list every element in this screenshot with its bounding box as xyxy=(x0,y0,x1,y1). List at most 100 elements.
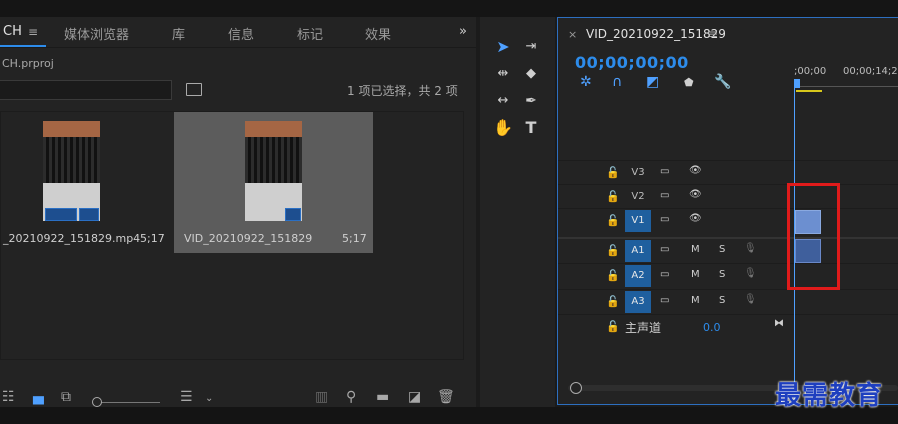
sync-lock-icon[interactable]: ▭ xyxy=(660,214,669,225)
settings-wrench-icon[interactable]: 🔧 xyxy=(714,74,731,90)
mic-icon[interactable]: 🎙 xyxy=(744,268,757,279)
track-v3: 🔓 V3 ▭ 👁 xyxy=(558,160,898,185)
new-search-bin-icon[interactable] xyxy=(186,83,202,96)
track-label-a2[interactable]: A2 xyxy=(625,265,651,287)
sequence-thumbnail[interactable] xyxy=(245,121,302,221)
sync-lock-icon[interactable]: ▭ xyxy=(660,269,669,280)
tab-info[interactable]: 信息 xyxy=(228,24,254,43)
sequence-duration: 5;17 xyxy=(342,232,367,245)
tab-project[interactable]: CH xyxy=(3,24,22,39)
trash-icon[interactable]: 🗑 xyxy=(437,389,455,405)
track-a3: 🔓 A3 ▭ M S 🎙 xyxy=(558,289,898,314)
ruler-time-mark: 00;00;14;29 xyxy=(843,66,898,77)
track-label-a3[interactable]: A3 xyxy=(625,291,651,313)
icon-view-icon[interactable]: ▄ xyxy=(33,389,44,405)
sync-lock-icon[interactable]: ▭ xyxy=(660,166,669,177)
solo-button[interactable]: S xyxy=(719,295,725,306)
track-master: 🔓 主声道 0.0 ⧓ xyxy=(558,314,898,339)
lock-icon[interactable]: 🔓 xyxy=(606,295,620,308)
ripple-edit-tool-icon[interactable]: ⇹ xyxy=(492,63,514,85)
lock-icon[interactable]: 🔓 xyxy=(606,269,620,282)
timeline-menu-icon[interactable]: ≡ xyxy=(708,27,718,41)
type-tool-icon[interactable]: T xyxy=(520,117,542,139)
status-bar xyxy=(0,407,898,424)
lock-icon[interactable]: 🔓 xyxy=(606,244,620,257)
sort-icon[interactable]: ☰ xyxy=(180,389,193,405)
playhead-timecode[interactable]: 00;00;00;00 xyxy=(575,53,689,72)
lock-icon[interactable]: 🔓 xyxy=(606,214,620,227)
tab-markers[interactable]: 标记 xyxy=(297,24,323,43)
audio-badge-icon xyxy=(79,208,99,221)
track-label-v2[interactable]: V2 xyxy=(625,186,651,208)
pen-tool-icon[interactable]: ✒ xyxy=(520,90,542,112)
watermark: 最需教育 xyxy=(775,381,884,411)
project-file-name: CH.prproj xyxy=(2,57,54,70)
mute-button[interactable]: M xyxy=(691,269,700,280)
tools-panel: ➤ ⇥ ⇹ ◆ ↔ ✒ ✋ T xyxy=(480,17,555,407)
lock-icon[interactable]: 🔓 xyxy=(606,320,620,333)
sequence-badge-icon xyxy=(285,208,301,221)
track-label-v3[interactable]: V3 xyxy=(625,162,651,184)
mic-icon[interactable]: 🎙 xyxy=(744,243,757,254)
track-a1: 🔓 A1 ▭ M S 🎙 xyxy=(558,237,898,263)
zoom-slider[interactable] xyxy=(100,402,160,403)
sync-lock-icon[interactable]: ▭ xyxy=(660,244,669,255)
tab-media-browser[interactable]: 媒体浏览器 xyxy=(64,24,129,43)
project-panel: CH ≡ 媒体浏览器 库 信息 标记 效果 » CH.prproj 1 项已选择… xyxy=(0,17,476,407)
list-view-icon[interactable]: ☷ xyxy=(2,389,15,405)
eye-icon[interactable]: 👁 xyxy=(689,165,702,176)
tab-effects[interactable]: 效果 xyxy=(365,24,391,43)
search-input[interactable] xyxy=(0,80,172,100)
master-track-label: 主声道 xyxy=(625,321,662,335)
lock-icon[interactable]: 🔓 xyxy=(606,166,620,179)
track-v2: 🔓 V2 ▭ 👁 xyxy=(558,184,898,209)
clip-name[interactable]: _20210922_151829.mp4 xyxy=(3,232,140,245)
close-icon[interactable]: × xyxy=(568,28,577,41)
video-audio-badge-icon xyxy=(45,208,77,221)
linked-selection-icon[interactable]: ◩ xyxy=(646,74,659,90)
sync-lock-icon[interactable]: ▭ xyxy=(660,295,669,306)
track-label-v1[interactable]: V1 xyxy=(625,210,651,232)
project-tabs: CH ≡ 媒体浏览器 库 信息 标记 效果 » xyxy=(0,17,476,48)
slip-tool-icon[interactable]: ↔ xyxy=(492,90,514,112)
track-label-a1[interactable]: A1 xyxy=(625,240,651,262)
go-to-in-out-icon[interactable]: ⧓ xyxy=(774,318,784,329)
solo-button[interactable]: S xyxy=(719,269,725,280)
time-ruler[interactable] xyxy=(794,86,898,87)
mute-button[interactable]: M xyxy=(691,244,700,255)
sequence-name[interactable]: VID_20210922_151829 xyxy=(184,232,312,245)
sync-lock-icon[interactable]: ▭ xyxy=(660,190,669,201)
panel-menu-icon[interactable]: ≡ xyxy=(28,25,38,39)
find-icon[interactable]: ⚲ xyxy=(346,389,356,405)
solo-button[interactable]: S xyxy=(719,244,725,255)
lock-icon[interactable]: 🔓 xyxy=(606,190,620,203)
ruler-start-time: ;00;00 xyxy=(794,66,827,77)
new-item-icon[interactable]: ◪ xyxy=(408,389,421,405)
chevron-down-icon[interactable]: ⌄ xyxy=(205,393,213,404)
new-bin-icon[interactable]: ▬ xyxy=(376,389,389,405)
sequence-tab-title[interactable]: VID_20210922_151829 xyxy=(586,27,726,41)
master-volume-value[interactable]: 0.0 xyxy=(703,321,721,334)
scrollbar-handle[interactable] xyxy=(570,382,582,394)
top-strip xyxy=(0,0,898,17)
tab-library[interactable]: 库 xyxy=(172,24,185,43)
eye-icon[interactable]: 👁 xyxy=(689,213,702,224)
snap-icon[interactable]: ∩ xyxy=(612,74,622,90)
selection-tool-icon[interactable]: ➤ xyxy=(492,36,514,58)
highlight-box xyxy=(787,183,840,290)
razor-tool-icon[interactable]: ◆ xyxy=(520,63,542,85)
clip-thumbnail[interactable] xyxy=(43,121,100,221)
selection-info: 1 项已选择，共 2 项 xyxy=(347,84,458,98)
freeform-view-icon[interactable]: ⧉ xyxy=(61,389,71,405)
mute-button[interactable]: M xyxy=(691,295,700,306)
mic-icon[interactable]: 🎙 xyxy=(744,294,757,305)
add-marker-icon[interactable]: ⬟ xyxy=(684,76,694,89)
zoom-slider-knob[interactable] xyxy=(92,397,102,407)
overflow-icon[interactable]: » xyxy=(459,24,467,39)
nest-toggle-icon[interactable]: ✲ xyxy=(580,74,592,90)
eye-icon[interactable]: 👁 xyxy=(689,189,702,200)
work-area-bar[interactable] xyxy=(796,90,822,92)
automate-sequence-icon[interactable]: ▥ xyxy=(315,389,328,405)
track-select-tool-icon[interactable]: ⇥ xyxy=(520,36,542,58)
hand-tool-icon[interactable]: ✋ xyxy=(492,117,514,139)
